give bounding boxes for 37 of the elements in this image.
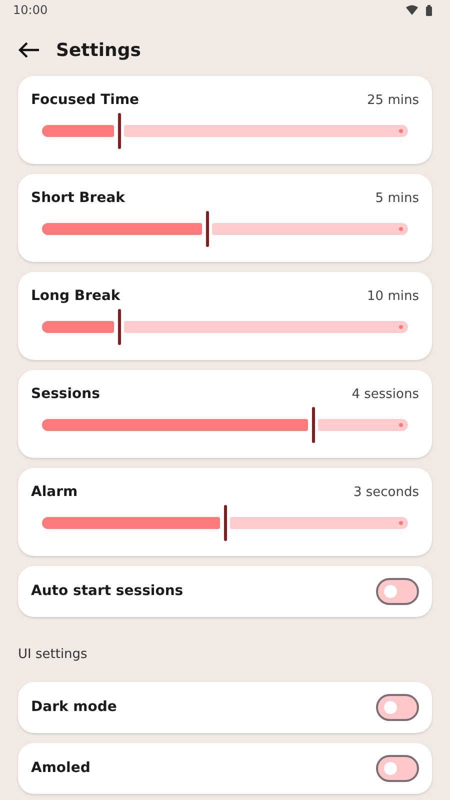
slider-track[interactable] [42, 307, 408, 347]
stop-indicator [399, 129, 403, 133]
wifi-icon [406, 5, 418, 15]
toggle-switch[interactable] [376, 755, 419, 782]
slider-thumb[interactable] [206, 211, 209, 247]
slider-thumb[interactable] [118, 113, 121, 149]
setting-label: Sessions [31, 385, 100, 404]
slider-track[interactable] [42, 503, 408, 543]
toggle-switch[interactable] [376, 694, 419, 721]
slider-track[interactable] [42, 209, 408, 249]
setting-value: 3 seconds [353, 484, 419, 502]
battery-icon [426, 4, 432, 16]
setting-value: 4 sessions [352, 386, 419, 404]
setting-value: 25 mins [367, 92, 419, 110]
setting-value: 5 mins [375, 190, 419, 208]
section-heading: UI settings [17, 646, 88, 664]
stop-indicator [399, 325, 403, 329]
toggle-switch[interactable] [376, 578, 419, 605]
slider-track[interactable] [42, 405, 408, 445]
setting-label: Auto start sessions [31, 582, 184, 601]
slider-thumb[interactable] [224, 505, 227, 541]
slider-track[interactable] [42, 111, 408, 151]
back-button[interactable] [18, 42, 40, 58]
slider-thumb[interactable] [312, 407, 315, 443]
status-time: 10:00 [13, 2, 48, 19]
setting-label: Dark mode [31, 698, 117, 717]
setting-label: Short Break [31, 189, 125, 208]
stop-indicator [399, 521, 403, 525]
page-title: Settings [56, 38, 141, 62]
stop-indicator [399, 423, 403, 427]
setting-label: Amoled [31, 759, 90, 778]
slider-thumb[interactable] [118, 309, 121, 345]
setting-label: Focused Time [31, 91, 140, 110]
setting-value: 10 mins [367, 288, 419, 306]
stop-indicator [399, 227, 403, 231]
setting-label: Alarm [31, 483, 78, 502]
setting-label: Long Break [31, 287, 120, 306]
